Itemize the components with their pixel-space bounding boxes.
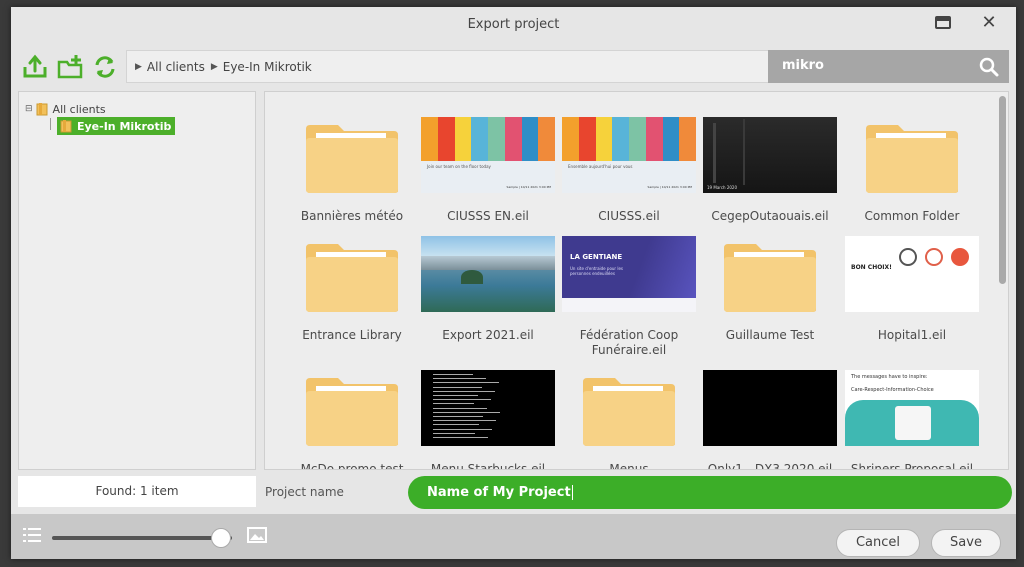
project-file-item[interactable]: BON CHOIX! Hopital1.eil — [845, 236, 979, 356]
new-folder-icon[interactable] — [57, 54, 83, 80]
breadcrumb-arrow-icon: ▶ — [135, 61, 142, 72]
project-name-label: Project name — [265, 485, 344, 499]
folder-item[interactable]: Entrance Library — [285, 236, 419, 356]
project-file-item[interactable]: The messages have to inspire: Care-Respec… — [845, 370, 979, 469]
title-bar: Export project ✕ — [11, 7, 1016, 45]
found-count: Found: 1 item — [18, 476, 256, 507]
item-label: Menu Starbucks.eil — [430, 462, 546, 470]
zoom-slider-track[interactable] — [52, 536, 232, 540]
file-grid: Bannières météo Join our team on the floo… — [264, 91, 1009, 470]
file-thumbnail: 19 March 2020 — [703, 117, 837, 193]
file-thumbnail: Join our team on the floor today Sample |… — [421, 117, 555, 193]
project-name-input[interactable]: Name of My Project — [408, 476, 1012, 509]
bottom-bar: Cancel Save — [11, 514, 1016, 559]
folder-item[interactable]: McDo promo test — [285, 370, 419, 469]
item-label: Only1 - DX3 2020.eil — [707, 462, 833, 470]
breadcrumb-item-eye-in[interactable]: Eye-In Mikrotik — [223, 60, 312, 74]
project-name-value: Name of My Project — [427, 485, 571, 500]
breadcrumb: ▶ All clients ▶ Eye-In Mikrotik — [126, 50, 778, 83]
tree-item-eye-in-mikrotib[interactable]: Eye-In Mikrotib — [57, 117, 176, 135]
breadcrumb-arrow-icon: ▶ — [210, 61, 218, 72]
folder-icon — [306, 244, 398, 312]
book-icon — [60, 120, 72, 133]
item-label: Hopital1.eil — [877, 328, 947, 342]
item-label: CIUSSS.eil — [598, 209, 660, 223]
file-thumbnail: LA GENTIANE Un site d'entraide pour les p… — [562, 236, 696, 312]
folder-item[interactable]: Guillaume Test — [703, 236, 837, 356]
item-label: CIUSSS EN.eil — [447, 209, 529, 223]
file-thumbnail: The messages have to inspire: Care-Respec… — [845, 370, 979, 446]
tree-item-all-clients[interactable]: ⊟ All clients — [25, 102, 106, 116]
folder-icon — [583, 378, 675, 446]
file-thumbnail — [703, 370, 837, 446]
item-label: Menus — [609, 462, 649, 470]
thumbnail-view-icon[interactable] — [247, 527, 267, 543]
search-input[interactable]: mikro — [768, 50, 1009, 83]
item-label: McDo promo test — [300, 462, 404, 470]
file-thumbnail — [421, 370, 555, 446]
maximize-icon[interactable] — [935, 16, 951, 29]
save-button[interactable]: Save — [931, 529, 1001, 557]
close-icon[interactable]: ✕ — [979, 12, 999, 33]
folder-icon — [724, 244, 816, 312]
tree-expander-icon[interactable]: ⊟ — [25, 104, 33, 114]
tree-label: All clients — [52, 102, 106, 116]
breadcrumb-item-all-clients[interactable]: All clients — [147, 60, 205, 74]
item-label: Entrance Library — [302, 328, 402, 342]
export-project-dialog: Export project ✕ ▶ All clients ▶ Eye-In … — [11, 7, 1016, 559]
book-icon — [36, 103, 48, 116]
folder-icon — [306, 378, 398, 446]
project-file-item[interactable]: LA GENTIANE Un site d'entraide pour les p… — [562, 236, 696, 357]
search-icon[interactable] — [979, 57, 999, 77]
folder-item[interactable]: Common Folder — [845, 117, 979, 237]
project-file-item[interactable]: Only1 - DX3 2020.eil — [703, 370, 837, 469]
refresh-icon[interactable] — [92, 54, 118, 80]
folder-item[interactable]: Menus — [562, 370, 696, 469]
item-label: Export 2021.eil — [442, 328, 534, 342]
project-file-item[interactable]: Ensemble aujourd'hui pour vous Sample | 1… — [562, 117, 696, 237]
zoom-slider-handle[interactable] — [211, 528, 232, 548]
file-thumbnail — [421, 236, 555, 312]
export-up-icon[interactable] — [22, 54, 48, 80]
project-file-item[interactable]: Join our team on the floor today Sample |… — [421, 117, 555, 237]
project-file-item[interactable]: Menu Starbucks.eil — [421, 370, 555, 469]
item-label: Bannières météo — [300, 209, 404, 223]
scrollbar-thumb[interactable] — [999, 96, 1006, 284]
item-label: Shriners Proposal.eil — [850, 462, 974, 470]
item-label: CegepOutaouais.eil — [711, 209, 829, 223]
file-thumbnail: Ensemble aujourd'hui pour vous Sample | 1… — [562, 117, 696, 193]
project-file-item[interactable]: 19 March 2020 CegepOutaouais.eil — [703, 117, 837, 237]
item-label: Guillaume Test — [725, 328, 815, 342]
folder-tree: ⊟ All clients Eye-In Mikrotib — [18, 91, 256, 470]
item-label: Fédération Coop Funéraire.eil — [579, 328, 679, 357]
folder-icon — [866, 125, 958, 193]
project-file-item[interactable]: Export 2021.eil — [421, 236, 555, 356]
tree-label: Eye-In Mikrotib — [77, 119, 172, 133]
item-label: Common Folder — [864, 209, 960, 223]
cancel-button[interactable]: Cancel — [836, 529, 920, 557]
list-view-icon[interactable] — [23, 528, 41, 542]
folder-item[interactable]: Bannières météo — [285, 117, 419, 237]
search-value: mikro — [782, 58, 824, 73]
file-thumbnail: BON CHOIX! — [845, 236, 979, 312]
dialog-title: Export project — [467, 17, 560, 32]
folder-icon — [306, 125, 398, 193]
